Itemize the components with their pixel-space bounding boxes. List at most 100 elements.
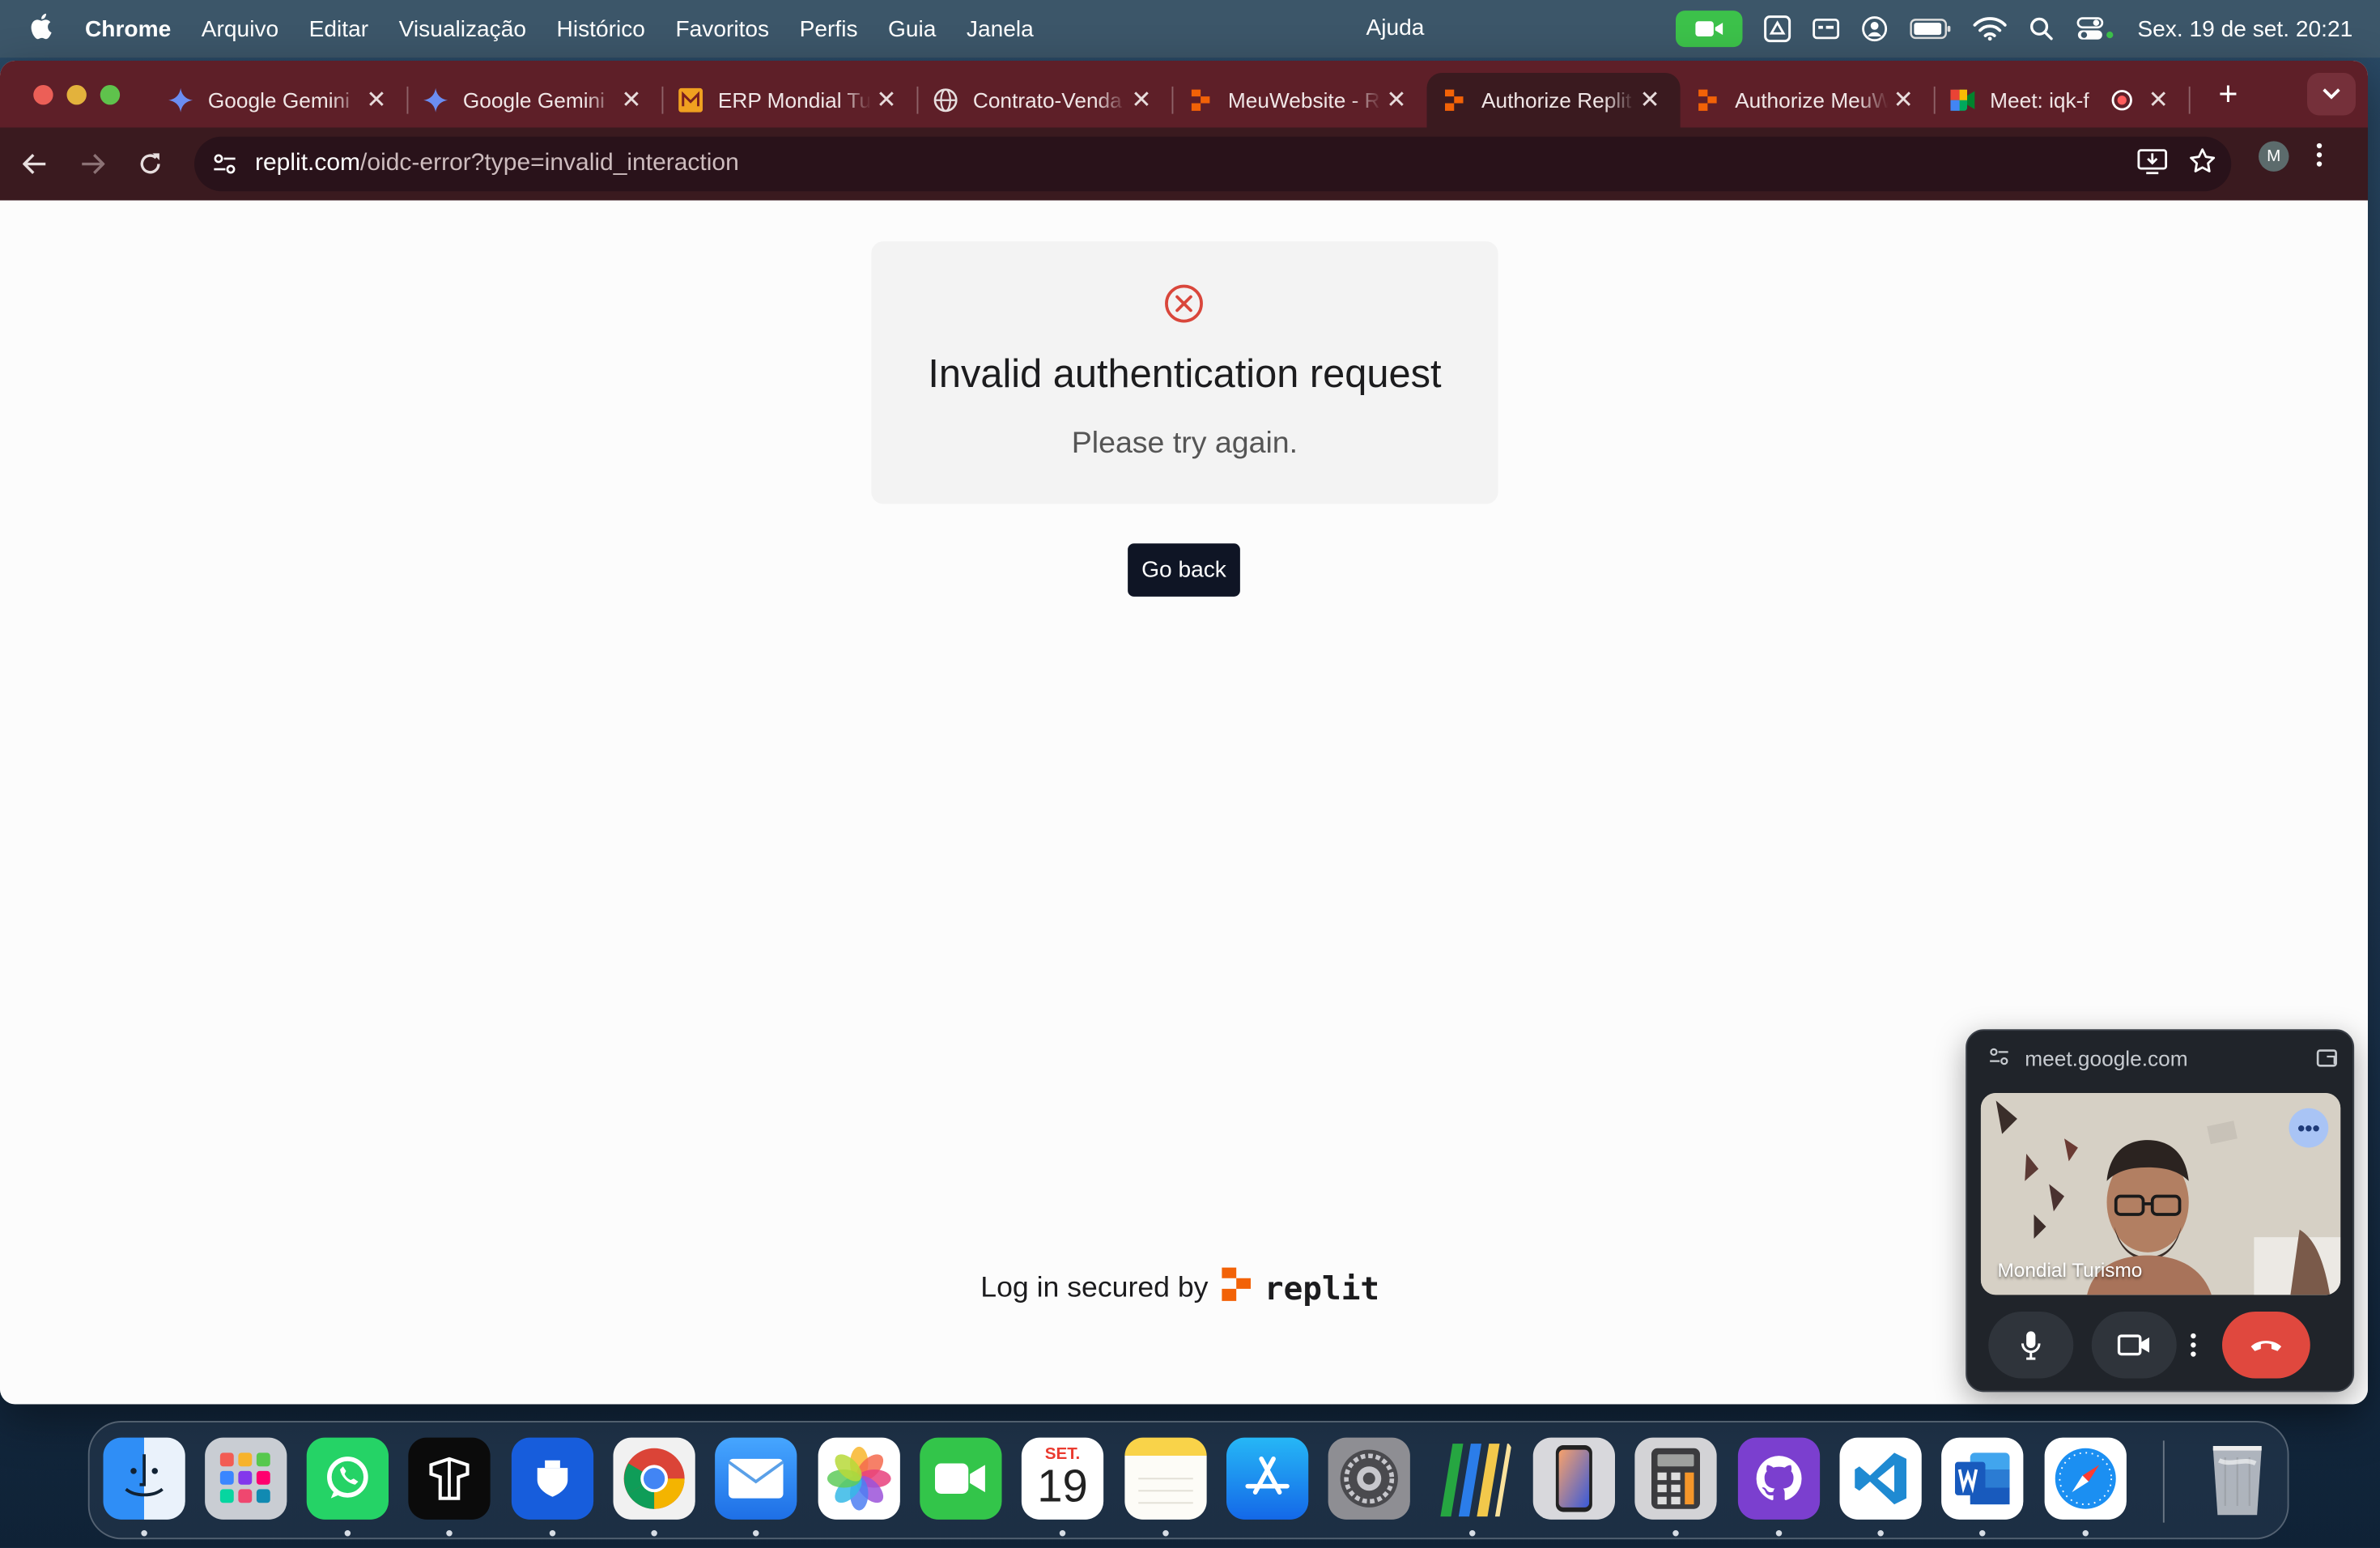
menubar-clock[interactable]: Sex. 19 de set. 20:21 — [2137, 16, 2352, 42]
new-tab-button[interactable]: + — [2205, 74, 2250, 114]
replit-logo-icon[interactable] — [1221, 1266, 1252, 1310]
profile-avatar[interactable]: M — [2259, 141, 2289, 172]
tab-meuwebsite[interactable]: MeuWebsite - Replit ✕ — [1173, 73, 1426, 128]
url-text[interactable]: replit.com/oidc-error?type=invalid_inter… — [255, 151, 739, 178]
drive-icon[interactable] — [1764, 15, 1791, 43]
install-app-icon[interactable] — [2137, 147, 2168, 181]
calculator-icon[interactable] — [1634, 1437, 1717, 1520]
close-tab-icon[interactable]: ✕ — [1381, 85, 1412, 116]
app-store-icon[interactable] — [1226, 1437, 1309, 1520]
bookmark-star-icon[interactable] — [2189, 147, 2216, 181]
site-info-icon[interactable] — [198, 153, 253, 174]
camera-icon — [2117, 1334, 2149, 1356]
error-card: Invalid authentication request Please tr… — [871, 241, 1498, 504]
whatsapp-icon[interactable] — [306, 1437, 389, 1520]
notes-icon[interactable] — [1124, 1437, 1207, 1520]
mail-icon[interactable] — [715, 1437, 797, 1520]
bitwarden-icon[interactable] — [511, 1437, 594, 1520]
footer-text: Log in secured by — [980, 1271, 1209, 1303]
system-settings-icon[interactable] — [1328, 1437, 1410, 1520]
close-tab-icon[interactable]: ✕ — [1889, 85, 1919, 116]
numbers-icon[interactable] — [1431, 1438, 1513, 1520]
participant-video[interactable]: ••• Mondial Turismo — [1980, 1093, 2341, 1295]
close-window-button[interactable] — [33, 84, 53, 104]
address-bar[interactable]: replit.com/oidc-error?type=invalid_inter… — [194, 136, 2232, 192]
tab-meet[interactable]: Meet: iqk-f ✕ — [1936, 73, 2189, 128]
tab-google-gemini-2[interactable]: Google Gemini ✕ — [408, 73, 661, 128]
tab-label: Contrato-Venda — [972, 87, 1122, 113]
user-account-icon[interactable] — [1861, 15, 1889, 43]
more-options-icon[interactable]: ••• — [2289, 1108, 2329, 1148]
control-center-icon[interactable] — [2076, 15, 2116, 43]
menu-favoritos[interactable]: Favoritos — [675, 16, 769, 42]
camera-button[interactable] — [2091, 1312, 2177, 1379]
close-tab-icon[interactable]: ✕ — [871, 85, 902, 116]
launchpad-icon[interactable] — [205, 1437, 287, 1520]
go-back-button[interactable]: Go back — [1128, 543, 1240, 597]
close-tab-icon[interactable]: ✕ — [1126, 85, 1157, 116]
site-info-icon[interactable] — [1988, 1046, 2009, 1070]
tab-label: Authorize MeuWebsite — [1735, 87, 1888, 113]
close-tab-icon[interactable]: ✕ — [1634, 85, 1665, 116]
close-tab-icon[interactable]: ✕ — [361, 85, 392, 116]
facetime-icon[interactable] — [920, 1437, 1002, 1520]
menu-ajuda[interactable]: Ajuda — [1366, 15, 1425, 41]
terminal-icon[interactable] — [408, 1437, 491, 1520]
menu-historico[interactable]: Histórico — [557, 16, 645, 42]
trash-icon[interactable] — [2196, 1438, 2278, 1520]
menu-perfis[interactable]: Perfis — [800, 16, 858, 42]
tab-authorize-meuwebsite[interactable]: Authorize MeuWebsite ✕ — [1681, 73, 1934, 128]
replit-icon — [1442, 88, 1466, 113]
close-tab-icon[interactable]: ✕ — [616, 85, 647, 116]
tab-label: Google Gemini — [207, 87, 350, 113]
error-subtitle: Please try again. — [1071, 426, 1298, 461]
menu-janela[interactable]: Janela — [967, 16, 1034, 42]
url-host: replit.com — [255, 150, 361, 176]
more-call-options-icon[interactable] — [2177, 1312, 2210, 1379]
microphone-button[interactable] — [1988, 1312, 2074, 1379]
minimize-window-button[interactable] — [66, 84, 87, 104]
camera-in-use-icon[interactable] — [1676, 11, 1743, 48]
battery-icon[interactable] — [1910, 15, 1953, 43]
close-tab-icon[interactable]: ✕ — [2144, 85, 2174, 116]
tab-authorize-replit[interactable]: Authorize Replit ✕ — [1426, 73, 1681, 128]
apple-icon[interactable] — [0, 11, 85, 46]
chrome-icon[interactable] — [613, 1437, 695, 1520]
tab-label: Authorize Replit — [1481, 87, 1632, 113]
hang-up-button[interactable] — [2222, 1312, 2310, 1379]
pip-url: meet.google.com — [2025, 1045, 2188, 1070]
meet-icon — [1950, 88, 1975, 113]
back-to-tab-icon[interactable] — [2316, 1048, 2337, 1072]
vscode-icon[interactable] — [1839, 1437, 1922, 1520]
browser-toolbar: replit.com/oidc-error?type=invalid_inter… — [0, 127, 2368, 201]
tab-erp-mondial[interactable]: ERP Mondial Turismo ✕ — [663, 73, 916, 128]
safari-icon[interactable] — [2044, 1437, 2127, 1520]
tab-search-dropdown[interactable] — [2307, 73, 2356, 116]
calendar-icon[interactable]: SET. 19 — [1021, 1437, 1104, 1520]
spotlight-search-icon[interactable] — [2028, 15, 2055, 43]
menu-arquivo[interactable]: Arquivo — [202, 16, 278, 42]
menu-visualizacao[interactable]: Visualização — [399, 16, 526, 42]
iphone-mirroring-icon[interactable] — [1532, 1437, 1615, 1520]
tab-contrato-venda[interactable]: Contrato-Venda ✕ — [918, 73, 1171, 128]
forward-arrow-icon[interactable] — [64, 137, 121, 192]
photos-icon[interactable] — [818, 1437, 900, 1520]
reload-icon[interactable] — [121, 137, 179, 192]
zoom-window-button[interactable] — [100, 84, 121, 104]
github-desktop-icon[interactable] — [1737, 1437, 1821, 1520]
replit-wordmark[interactable]: replit — [1264, 1269, 1379, 1306]
menu-app-name[interactable]: Chrome — [85, 16, 171, 42]
finder-icon[interactable] — [103, 1437, 185, 1520]
menu-editar[interactable]: Editar — [309, 16, 368, 42]
tab-label: ERP Mondial Turismo — [717, 87, 872, 113]
wifi-icon[interactable] — [1973, 15, 2008, 43]
calendar-month: SET. — [1044, 1445, 1081, 1464]
word-icon[interactable] — [1941, 1437, 2024, 1520]
tab-label: Meet: iqk-f — [1990, 87, 2089, 113]
back-arrow-icon[interactable] — [6, 137, 64, 192]
replit-icon — [1188, 88, 1213, 113]
keyboard-input-icon[interactable] — [1813, 15, 1840, 43]
menu-guia[interactable]: Guia — [888, 16, 936, 42]
tab-google-gemini-1[interactable]: Google Gemini ✕ — [153, 73, 406, 128]
chrome-menu-icon[interactable] — [2316, 142, 2323, 174]
